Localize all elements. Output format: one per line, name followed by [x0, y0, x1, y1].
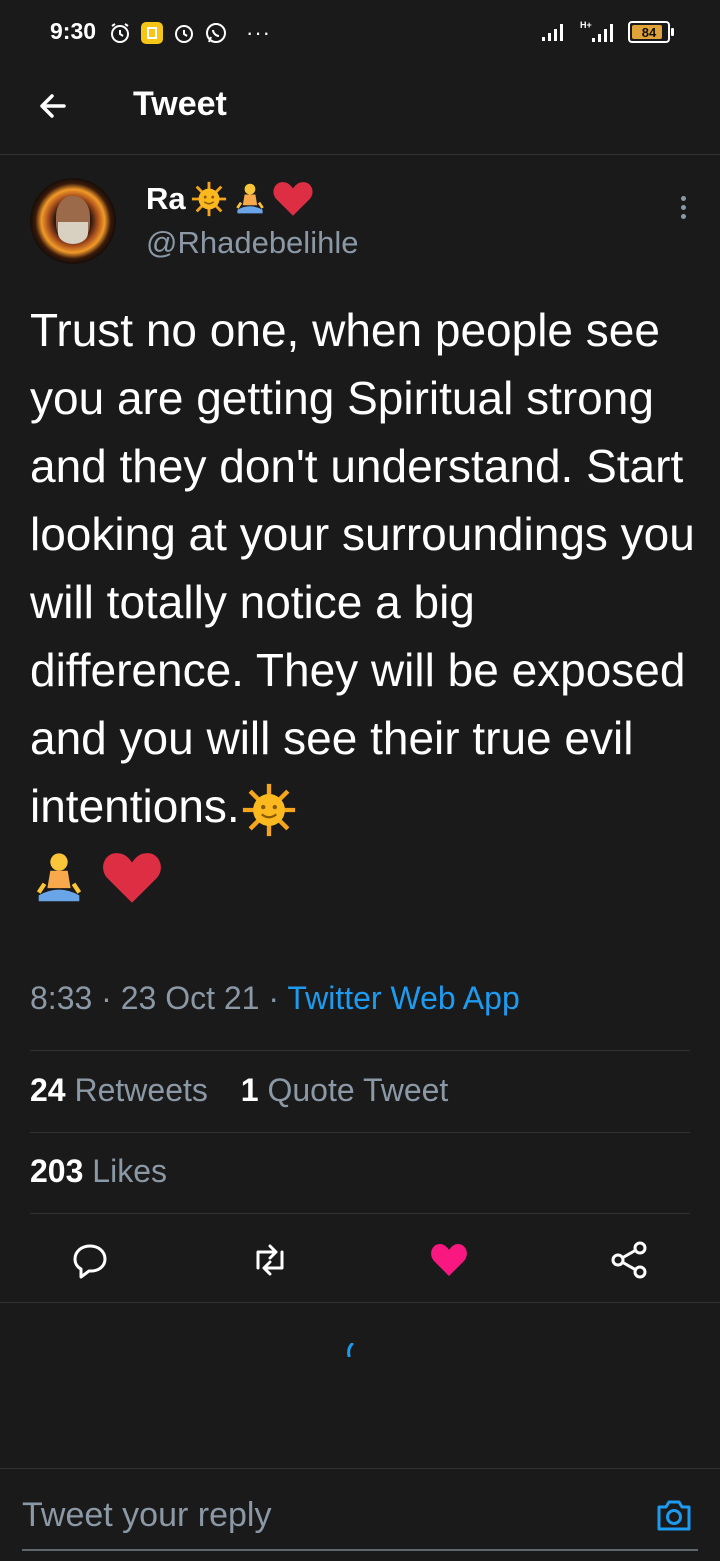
tweet-actions — [0, 1230, 720, 1286]
tweet-meta: 8:33 · 23 Oct 21 · Twitter Web App — [30, 980, 520, 1016]
battery-indicator: 84 — [628, 21, 674, 43]
divider — [30, 1050, 690, 1051]
heart-emoji-icon — [273, 182, 313, 216]
back-arrow-icon[interactable] — [34, 86, 74, 126]
likes-stat[interactable]: 203 Likes — [30, 1153, 167, 1190]
divider — [0, 1302, 720, 1303]
camera-icon[interactable] — [654, 1495, 694, 1535]
tweet-time: 8:33 — [30, 980, 93, 1016]
loading-spinner-icon — [347, 1343, 354, 1357]
whatsapp-icon — [206, 23, 226, 43]
retweets-count: 24 — [30, 1072, 66, 1108]
svg-text:H+: H+ — [580, 20, 592, 30]
reply-input[interactable]: Tweet your reply — [22, 1496, 271, 1535]
heart-emoji-icon — [102, 852, 161, 903]
retweets-label: Retweets — [74, 1072, 208, 1108]
alarm-icon — [111, 23, 129, 43]
author-name-row[interactable]: Ra — [146, 180, 314, 218]
meditation-emoji-icon — [36, 853, 82, 902]
avatar[interactable] — [30, 178, 116, 264]
author-handle[interactable]: @Rhadebelihle — [146, 225, 358, 261]
tweet-source-link[interactable]: Twitter Web App — [287, 980, 519, 1016]
more-notifications-icon: ··· — [246, 20, 271, 45]
likes-count: 203 — [30, 1153, 84, 1189]
like-icon[interactable] — [427, 1238, 471, 1282]
signal-icon — [542, 24, 563, 41]
more-options-icon[interactable] — [668, 192, 698, 222]
likes-label: Likes — [92, 1153, 167, 1189]
sun-emoji-icon — [242, 783, 295, 836]
top-app-bar: Tweet — [0, 66, 720, 155]
retweet-icon[interactable] — [248, 1238, 292, 1282]
divider — [30, 1213, 690, 1214]
tweet-date: 23 Oct 21 — [120, 980, 260, 1016]
reply-bar: Tweet your reply — [0, 1468, 720, 1561]
reply-underline — [22, 1549, 698, 1551]
sun-emoji-icon — [191, 181, 226, 217]
tweet-text: Trust no one, when people see you are ge… — [30, 296, 700, 908]
quotes-count: 1 — [240, 1072, 259, 1108]
app-notification-icon — [141, 22, 163, 44]
share-icon[interactable] — [607, 1238, 651, 1282]
tweet-text-content: Trust no one, when people see you are ge… — [30, 304, 695, 832]
signal-hplus-icon: H+ — [580, 20, 613, 42]
alarm-icon-2 — [175, 25, 193, 43]
author-name: Ra — [146, 181, 186, 216]
battery-level: 84 — [641, 24, 657, 40]
meditation-emoji-icon — [235, 183, 264, 214]
quotes-label: Quote Tweet — [267, 1072, 449, 1108]
status-time: 9:30 — [50, 18, 97, 44]
page-title: Tweet — [133, 85, 227, 123]
engagement-stats-row: 24 Retweets 1 Quote Tweet — [30, 1072, 448, 1109]
divider — [30, 1132, 690, 1133]
retweets-stat[interactable]: 24 Retweets — [30, 1072, 208, 1108]
status-bar: 9:30 ··· H+ 84 — [0, 0, 720, 66]
reply-icon[interactable] — [68, 1238, 112, 1282]
quotes-stat[interactable]: 1 Quote Tweet — [241, 1072, 449, 1108]
